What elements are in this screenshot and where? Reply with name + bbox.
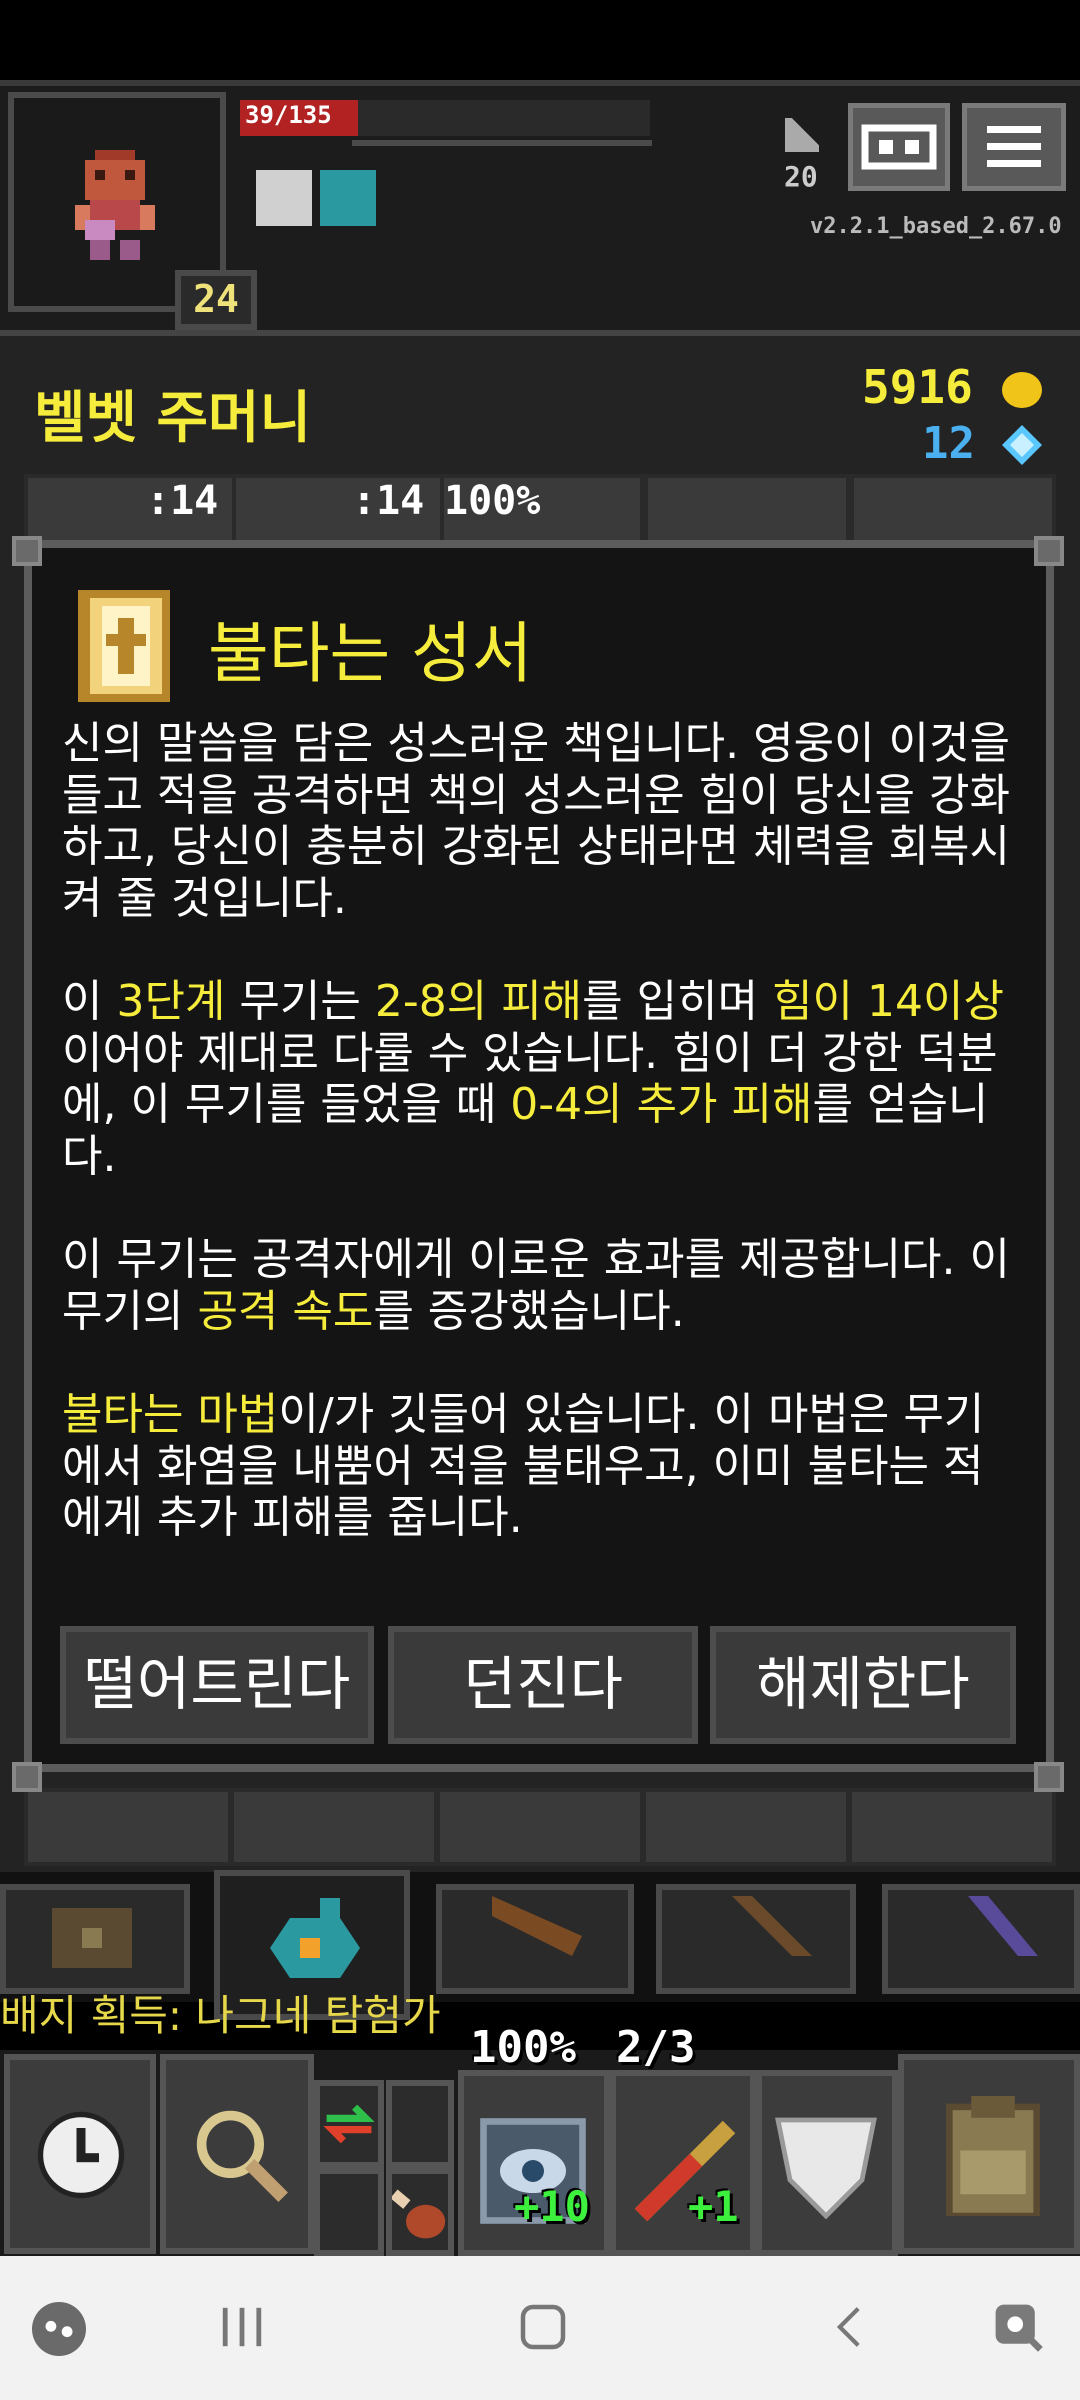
magnifier-icon [196,2110,288,2202]
scroll-holder-icon [492,1896,582,1956]
wand-holster-icon [732,1896,812,1956]
home-icon[interactable] [518,2302,568,2352]
bag-title: 벨벳 주머니 [34,386,312,451]
exp-bar-track [352,100,652,146]
bag-slot[interactable] [230,1788,438,1866]
clock-icon [37,2111,125,2199]
hp-text: 39/135 [245,101,332,129]
quickslot-empty[interactable] [386,2080,454,2168]
status-bar [0,0,1080,80]
hero-sprite [75,150,155,260]
journal-icon [861,124,937,170]
back-icon[interactable] [826,2302,872,2352]
stats-paragraph: 이 3단계 무기는 2-8의 피해를 입히며 힘이 14이상이어야 제대로 다룰… [62,976,1004,1182]
depth-indicator: 20 [784,160,818,193]
slot-quantity: :14 [146,478,219,524]
gold-coin-icon [1002,372,1042,408]
tab-backpack[interactable] [0,1884,190,1994]
window-corner [1034,536,1064,566]
window-corner [12,1762,42,1792]
energy-crystal-icon [1002,425,1042,465]
swap-button[interactable] [314,2080,384,2168]
armor-icon [775,2117,877,2220]
wait-button[interactable] [4,2054,156,2254]
quickslot-food[interactable] [386,2168,454,2256]
search-button[interactable] [160,2054,314,2254]
energy-count: 12 [922,418,975,469]
throw-button[interactable]: 던진다 [388,1626,698,1744]
tab-wand-holster[interactable] [656,1884,856,1994]
bag-slot[interactable] [24,1788,232,1866]
accessibility-icon[interactable] [990,2298,1046,2356]
window-corner [1034,1762,1064,1792]
magic-holster-icon [968,1896,1038,1956]
drop-button[interactable]: 떨어트린다 [60,1626,374,1744]
stairs-icon [785,118,819,152]
window-corner [12,536,42,566]
bag-slot[interactable] [436,1788,644,1866]
inventory-button[interactable] [898,2054,1080,2254]
hero-level: 24 [175,270,257,330]
swap-arrows-icon [323,2104,375,2144]
version-label: v2.2.1_based_2.67.0 [810,214,1062,239]
menu-icon [987,126,1041,167]
quickslot-2-charge: 2/3 [616,2022,696,2073]
unequip-button[interactable]: 해제한다 [710,1626,1016,1744]
quickslot-empty[interactable] [314,2168,384,2256]
quickslot-3[interactable] [756,2070,898,2256]
slot-quantity: :14 [352,478,425,524]
slot-charge: 100% [444,478,541,524]
pouch-icon [270,1898,360,1978]
bag-slot[interactable] [848,1788,1056,1866]
tab-scroll-holder[interactable] [436,1884,634,1994]
game-log-message: 배지 획득: 나그네 탐험가 [0,1991,441,2040]
tab-magic-holster[interactable] [882,1884,1080,1994]
recent-apps-icon[interactable] [218,2302,266,2352]
augment-paragraph: 이 무기는 공격자에게 이로운 효과를 제공합니다. 이 무기의 공격 속도를 … [62,1234,1010,1337]
journal-button[interactable] [848,103,950,191]
bag-slot[interactable] [642,1788,850,1866]
buff-icon[interactable] [256,170,312,226]
meat-icon [392,2189,446,2239]
gold-count: 5916 [862,360,973,414]
holy-tome-icon [78,590,170,702]
chest-icon [52,1908,132,1968]
description-paragraph: 신의 말씀을 담은 성스러운 책입니다. 영웅이 이것을 들고 적을 공격하면 … [62,718,1010,924]
game-launcher-icon[interactable] [32,2302,86,2356]
enchant-paragraph: 불타는 마법이/가 깃들어 있습니다. 이 마법은 무기에서 화염을 내뿜어 적… [62,1389,985,1543]
quickslot-2-upgrade: +1 [688,2182,739,2231]
buff-icon[interactable] [320,170,376,226]
backpack-icon [946,2096,1040,2216]
quickslot-1-upgrade: +10 [514,2182,590,2231]
item-description: 신의 말씀을 담은 성스러운 책입니다. 영웅이 이것을 들고 적을 공격하면 … [62,718,1022,1544]
menu-button[interactable] [962,103,1066,191]
quickslot-1-charge: 100% [470,2022,576,2073]
item-title: 불타는 성서 [208,615,533,692]
